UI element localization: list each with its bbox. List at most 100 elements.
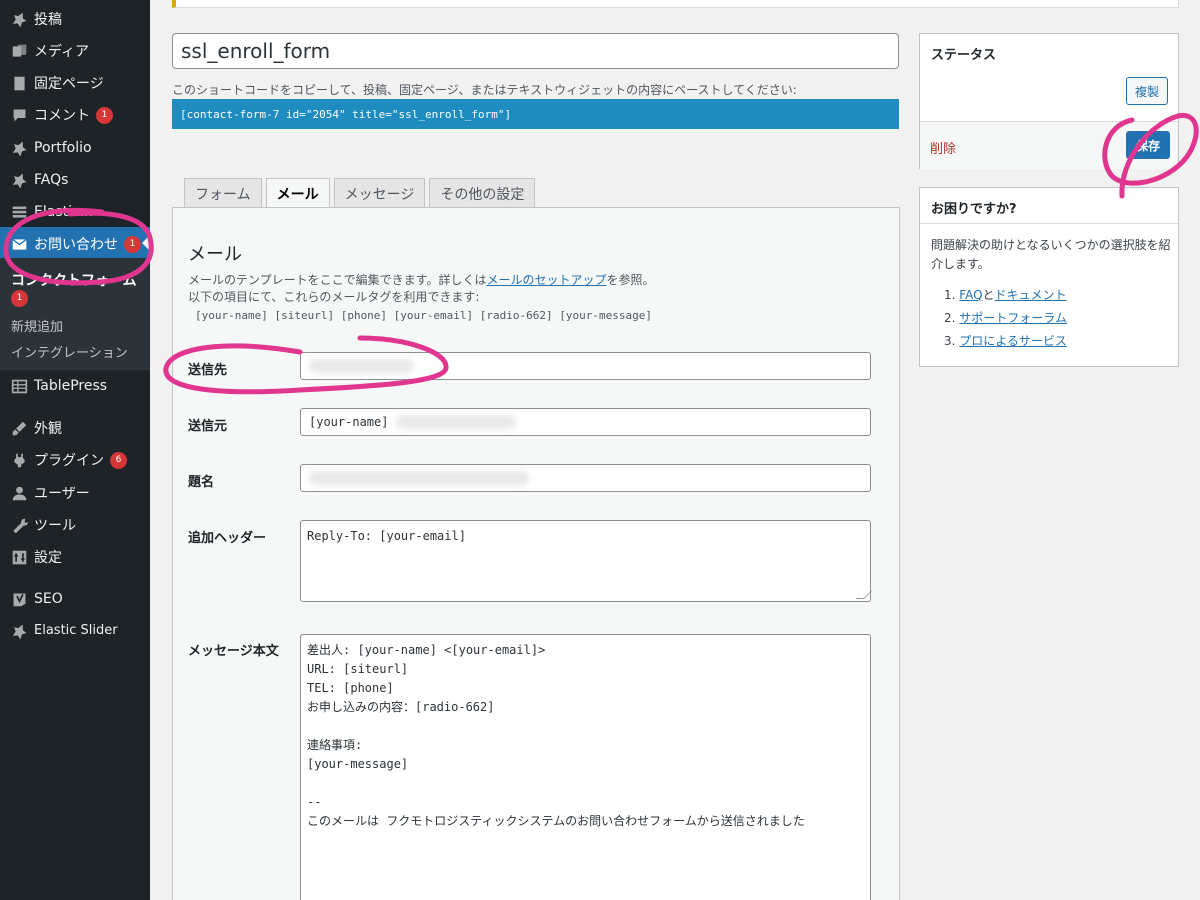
message-body-textarea[interactable]: 差出人: [your-name] <[your-email]> URL: [si… — [300, 634, 871, 900]
list-number: 2. — [944, 311, 956, 325]
seo-icon — [8, 591, 30, 608]
sidebar-item-label: コメント — [34, 108, 90, 124]
list-item: 2. サポートフォーラム — [944, 307, 1067, 330]
list-number: 3. — [944, 334, 956, 348]
editor-tabs: フォーム メール メッセージ その他の設定 — [184, 178, 539, 209]
tab-form[interactable]: フォーム — [184, 178, 262, 208]
list-item: 1. FAQとドキュメント — [944, 284, 1067, 307]
sidebar-item-plugins[interactable]: プラグイン 6 — [0, 444, 150, 476]
admin-notice — [172, 0, 1179, 8]
contact-count-badge: 1 — [124, 235, 141, 253]
list-connector: と — [982, 288, 995, 302]
list-item: 3. プロによるサービス — [944, 330, 1067, 353]
sidebar-item-label: 固定ページ — [34, 76, 104, 92]
pin-icon — [8, 172, 30, 189]
tab-messages[interactable]: メッセージ — [333, 178, 426, 208]
from-field[interactable]: [your-name] — [300, 408, 871, 436]
sidebar-item-label: FAQs — [34, 172, 69, 188]
sidebar-item-label: メディア — [34, 44, 90, 60]
sidebar-item-portfolio[interactable]: Portfolio — [0, 132, 150, 164]
sidebar-item-elastic[interactable]: Elastic... — [0, 196, 150, 228]
redacted-value — [309, 359, 414, 373]
pin-icon — [8, 11, 30, 28]
mail-setup-link[interactable]: メールのセットアップ — [486, 273, 606, 287]
help-title: お困りですか? — [931, 202, 1017, 217]
body-line: 差出人: [your-name] <[your-email]> — [307, 643, 546, 657]
sidebar-item-label: ツール — [34, 518, 76, 534]
body-line: このメールは フクモトロジスティックシステムのお問い合わせフォームから送信されま… — [307, 814, 805, 828]
submenu-item-integration[interactable]: インテグレーション — [11, 342, 128, 361]
shortcode-field[interactable]: [contact-form-7 id="2054" title="ssl_enr… — [172, 99, 899, 129]
sidebar-item-pages[interactable]: 固定ページ — [0, 67, 150, 99]
page-icon — [8, 75, 30, 92]
mail-panel: メール メールのテンプレートをここで編集できます。詳しくはメールのセットアップを… — [172, 207, 900, 900]
submenu-item-add-new[interactable]: 新規追加 — [11, 316, 63, 335]
sidebar-item-seo[interactable]: SEO — [0, 583, 150, 615]
sidebar-item-tools[interactable]: ツール — [0, 509, 150, 541]
sidebar-item-users[interactable]: ユーザー — [0, 477, 150, 509]
submenu-item-contact-forms[interactable]: コンタクトフォーム — [11, 270, 137, 290]
sidebar-item-settings[interactable]: 設定 — [0, 541, 150, 573]
mail-desc-line2: 以下の項目にて、これらのメールタグを利用できます: — [188, 290, 480, 304]
status-title: ステータス — [931, 48, 997, 63]
wrench-icon — [8, 517, 30, 534]
sidebar-item-label: SEO — [34, 591, 63, 607]
delete-link[interactable]: 削除 — [930, 138, 956, 157]
sidebar-item-label: Portfolio — [34, 140, 92, 156]
form-title-value: ssl_enroll_form — [181, 39, 331, 63]
pro-services-link[interactable]: プロによるサービス — [959, 334, 1067, 348]
sidebar-item-elastic-slider[interactable]: Elastic Slider — [0, 614, 150, 644]
body-line — [307, 774, 864, 793]
status-box: ステータス 複製 削除 保存 — [919, 33, 1179, 169]
help-box: お困りですか? 問題解決の助けとなるいくつかの選択肢を紹介します。 1. FAQ… — [919, 187, 1179, 367]
sidebar-item-label: Elastic... — [34, 204, 94, 220]
body-line: TEL: [phone] — [307, 681, 394, 695]
headers-textarea[interactable]: Reply-To: [your-email] — [300, 520, 872, 602]
shortcode-value: [contact-form-7 id="2054" title="ssl_enr… — [180, 107, 512, 121]
help-list: 1. FAQとドキュメント 2. サポートフォーラム 3. プロによるサービス — [944, 284, 1067, 353]
resize-grip-icon[interactable] — [856, 591, 872, 599]
list-number: 1. — [944, 288, 956, 302]
from-value: [your-name] — [309, 415, 389, 429]
sidebar-item-label: お問い合わせ — [34, 237, 118, 253]
tab-additional-settings[interactable]: その他の設定 — [429, 178, 536, 208]
settings-icon — [8, 549, 30, 566]
body-line: 連絡事項: — [307, 738, 363, 752]
sidebar-item-posts[interactable]: 投稿 — [0, 3, 150, 35]
body-line: お申し込みの内容：[radio-662] — [307, 700, 495, 714]
body-line: URL: [siteurl] — [307, 662, 409, 676]
sidebar-item-faqs[interactable]: FAQs — [0, 164, 150, 196]
user-icon — [8, 485, 30, 502]
table-icon — [8, 378, 30, 395]
status-footer: 削除 保存 — [920, 121, 1178, 169]
plugin-update-badge: 6 — [110, 451, 127, 469]
sidebar-item-label: 設定 — [34, 550, 62, 566]
help-description: 問題解決の助けとなるいくつかの選択肢を紹介します。 — [931, 238, 1171, 271]
admin-sidebar: 投稿 メディア 固定ページ コメント 1 Portfolio FAQs Elas… — [0, 0, 150, 900]
submenu-count-badge: 1 — [11, 290, 28, 307]
sidebar-item-label: 投稿 — [34, 12, 62, 28]
sidebar-item-appearance[interactable]: 外観 — [0, 412, 150, 444]
sidebar-item-comments[interactable]: コメント 1 — [0, 99, 150, 131]
to-field[interactable] — [300, 352, 871, 380]
support-forum-link[interactable]: サポートフォーラム — [959, 311, 1067, 325]
sidebar-item-tablepress[interactable]: TablePress — [0, 370, 150, 402]
body-line: -- — [307, 795, 322, 809]
mail-desc-prefix: メールのテンプレートをここで編集できます。詳しくは — [188, 273, 487, 287]
save-button[interactable]: 保存 — [1126, 131, 1171, 159]
brush-icon — [8, 420, 30, 437]
body-label: メッセージ本文 — [188, 644, 279, 659]
sidebar-item-label: ユーザー — [34, 486, 90, 502]
media-icon — [8, 43, 30, 60]
docs-link[interactable]: ドキュメント — [995, 288, 1067, 302]
form-title-input[interactable]: ssl_enroll_form — [172, 33, 899, 69]
subject-field[interactable] — [300, 464, 871, 492]
tab-mail[interactable]: メール — [265, 178, 330, 209]
sidebar-item-label: プラグイン — [34, 453, 104, 469]
sidebar-item-label: Elastic Slider — [34, 623, 118, 638]
faq-link[interactable]: FAQ — [959, 288, 982, 302]
duplicate-button[interactable]: 複製 — [1126, 77, 1169, 105]
sidebar-item-contact[interactable]: お問い合わせ 1 — [0, 227, 150, 261]
sidebar-item-media[interactable]: メディア — [0, 35, 150, 67]
mail-tags: [your-name] [siteurl] [phone] [your-emai… — [195, 309, 652, 322]
